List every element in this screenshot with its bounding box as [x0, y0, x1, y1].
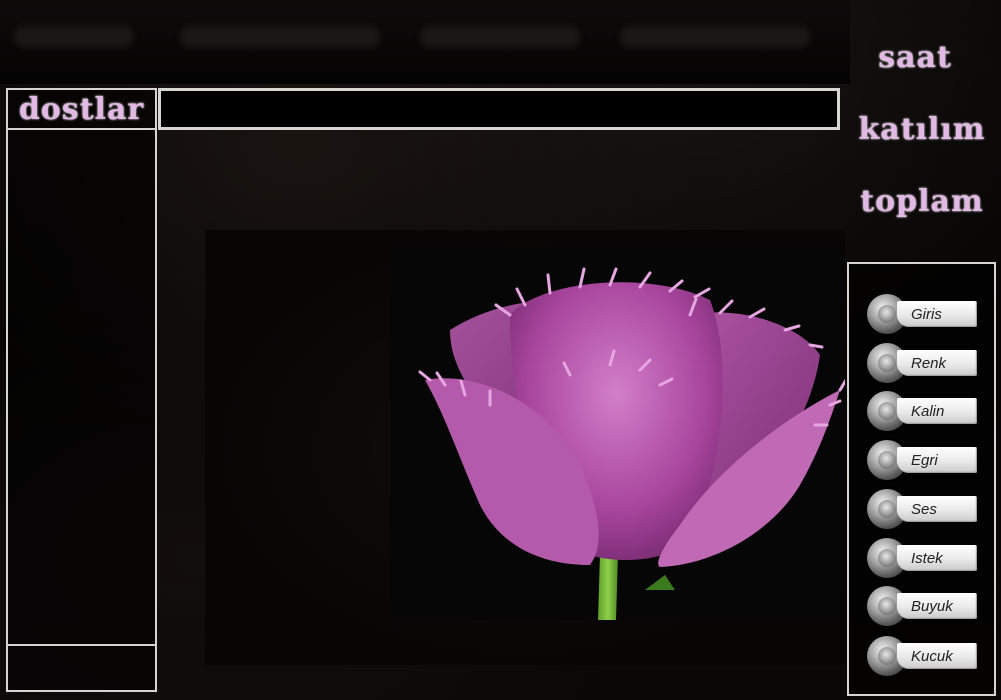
stat-saat: saat	[878, 40, 952, 75]
egri-button-label: Egri	[897, 447, 977, 473]
ses-button[interactable]: Ses	[867, 489, 979, 529]
stat-katilim: katılım	[858, 112, 986, 147]
message-bar	[158, 88, 840, 130]
renk-button-label: Renk	[897, 350, 977, 376]
message-input[interactable]	[161, 91, 837, 127]
ses-button-label: Ses	[897, 496, 977, 522]
tulip-photo	[390, 245, 848, 620]
friends-panel-footer	[8, 644, 155, 690]
giris-button[interactable]: Giris	[867, 294, 979, 334]
istek-button-label: Istek	[897, 545, 977, 571]
buyuk-button-label: Buyuk	[897, 593, 977, 619]
egri-button[interactable]: Egri	[867, 440, 979, 480]
kucuk-button-label: Kucuk	[897, 643, 977, 669]
friends-list[interactable]	[8, 130, 155, 645]
istek-button[interactable]: Istek	[867, 538, 979, 578]
top-banner	[0, 0, 850, 84]
nav-button-panel: Giris Renk Kalin Egri Ses Istek Buyuk Ku…	[847, 262, 996, 696]
giris-button-label: Giris	[897, 301, 977, 327]
renk-button[interactable]: Renk	[867, 343, 979, 383]
friends-panel: dostlar	[6, 88, 157, 692]
stat-toplam: toplam	[860, 184, 984, 219]
buyuk-button[interactable]: Buyuk	[867, 586, 979, 626]
kalin-button-label: Kalin	[897, 398, 977, 424]
kalin-button[interactable]: Kalin	[867, 391, 979, 431]
kucuk-button[interactable]: Kucuk	[867, 636, 979, 676]
friends-panel-title: dostlar	[8, 90, 155, 130]
